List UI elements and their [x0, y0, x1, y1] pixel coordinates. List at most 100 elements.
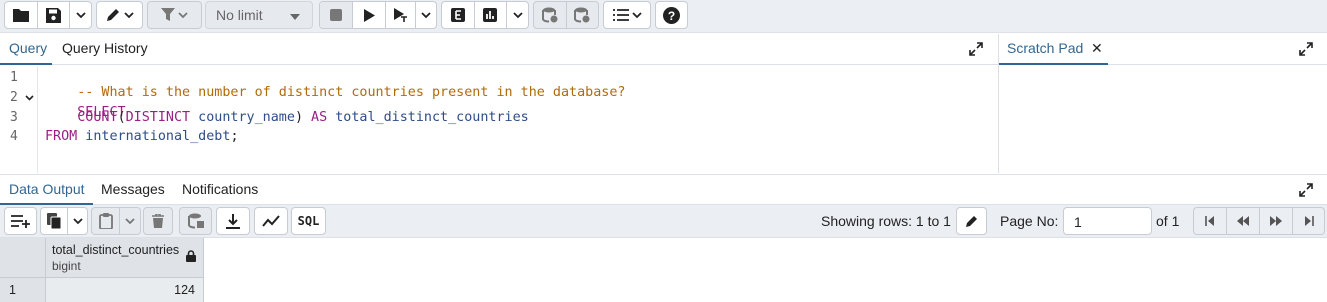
chevron-down-icon — [512, 11, 523, 18]
save-data-group — [179, 207, 212, 235]
sql-keyword-as: AS — [303, 110, 328, 125]
table-cell[interactable]: 124 — [46, 278, 204, 302]
first-page-button[interactable] — [1194, 208, 1227, 234]
chevron-down-icon — [73, 217, 83, 224]
tab-scratch-pad[interactable]: Scratch Pad — [1007, 40, 1083, 56]
query-toolbar: No limit ? — [0, 0, 1327, 33]
active-tab-indicator — [999, 63, 1108, 65]
copy-button[interactable] — [41, 208, 69, 234]
paste-options-dropdown[interactable] — [120, 208, 140, 234]
row-limit-select[interactable]: No limit — [205, 1, 313, 29]
output-toolbar: SQL Showing rows: 1 to 1 Page No: 1 of 1 — [0, 205, 1327, 238]
add-row-icon — [10, 215, 30, 228]
sql-editor[interactable]: 1 2 3 4 -- What is the number of distinc… — [0, 66, 998, 173]
rewind-icon — [1237, 216, 1249, 226]
column-type: bigint — [52, 259, 81, 273]
results-grid: total_distinct_countries bigint 1 124 — [0, 238, 1327, 302]
download-group — [216, 207, 250, 235]
column-header[interactable]: total_distinct_countries bigint — [46, 238, 204, 278]
close-icon[interactable]: ✕ — [1091, 40, 1103, 57]
tab-notifications[interactable]: Notifications — [182, 181, 258, 197]
filter-icon — [161, 8, 175, 21]
file-group — [4, 1, 92, 29]
filter-group — [147, 1, 202, 29]
expand-icon[interactable] — [1299, 42, 1313, 56]
previous-page-button[interactable] — [1227, 208, 1260, 234]
edit-group — [96, 1, 143, 29]
macros-button[interactable] — [604, 2, 650, 28]
active-tab-indicator — [0, 63, 52, 65]
grid-corner[interactable] — [0, 238, 46, 278]
paste-group — [91, 207, 141, 235]
lock-icon — [186, 250, 196, 262]
help-button[interactable]: ? — [656, 2, 687, 28]
help-icon: ? — [663, 6, 680, 24]
fold-chevron-icon[interactable] — [25, 95, 34, 101]
page-number-input[interactable]: 1 — [1063, 207, 1152, 235]
explain-analyze-button[interactable] — [475, 2, 508, 28]
code-line-4: FROM international_debt; — [45, 129, 239, 144]
expand-icon[interactable] — [1299, 183, 1313, 197]
editor-tabbar: Query Query History — [0, 34, 998, 65]
stop-icon — [330, 9, 342, 21]
play-icon — [363, 8, 375, 22]
line-number: 4 — [10, 129, 18, 144]
sql-table: international_debt — [77, 129, 231, 144]
tab-messages[interactable]: Messages — [101, 181, 165, 197]
delete-button[interactable] — [144, 208, 172, 234]
explain-group — [441, 1, 529, 29]
rollback-button[interactable] — [567, 2, 599, 28]
list-icon — [612, 9, 629, 21]
execute-button[interactable] — [353, 2, 386, 28]
save-options-dropdown[interactable] — [70, 2, 91, 28]
next-page-button[interactable] — [1260, 208, 1293, 234]
line-number: 2 — [10, 90, 18, 105]
row-number[interactable]: 1 — [0, 278, 46, 302]
filter-button[interactable] — [148, 2, 201, 28]
sql-button[interactable]: SQL — [292, 208, 325, 234]
explain-button[interactable] — [442, 2, 475, 28]
tab-data-output[interactable]: Data Output — [9, 181, 85, 197]
sql-column: country_name — [190, 110, 295, 125]
download-button[interactable] — [217, 208, 249, 234]
close-paren: ) — [294, 110, 303, 125]
paste-button[interactable] — [92, 208, 121, 234]
open-file-button[interactable] — [5, 2, 38, 28]
database-save-icon — [187, 213, 204, 229]
expand-icon[interactable] — [969, 42, 983, 56]
tab-query[interactable]: Query — [9, 40, 47, 56]
last-page-button[interactable] — [1293, 208, 1324, 234]
download-icon — [226, 213, 240, 229]
page-number-label: Page No: — [1000, 213, 1059, 229]
line-gutter: 1 2 3 4 — [0, 66, 38, 173]
execute-options-dropdown[interactable] — [416, 2, 436, 28]
delete-group — [143, 207, 173, 235]
database-rollback-icon — [574, 7, 590, 23]
commit-button[interactable] — [534, 2, 567, 28]
save-data-button[interactable] — [180, 208, 211, 234]
explain-icon — [450, 8, 465, 22]
add-row-button[interactable] — [5, 208, 36, 234]
edit-rows-button[interactable] — [957, 208, 986, 234]
macros-group — [603, 1, 651, 29]
database-commit-icon — [541, 7, 558, 23]
explain-options-dropdown[interactable] — [507, 2, 528, 28]
pencil-icon — [107, 9, 119, 21]
graph-visualiser-button[interactable] — [255, 208, 287, 234]
chevron-down-icon — [125, 217, 135, 224]
page-count: of 1 — [1156, 213, 1180, 229]
chevron-down-icon — [178, 11, 188, 18]
stop-button[interactable] — [320, 2, 353, 28]
save-icon — [45, 7, 61, 23]
execute-script-button[interactable] — [386, 2, 416, 28]
column-name: total_distinct_countries — [52, 243, 180, 257]
chevron-down-icon — [75, 11, 86, 18]
copy-options-dropdown[interactable] — [68, 208, 87, 234]
add-row-group — [4, 207, 37, 235]
edit-menu-button[interactable] — [97, 2, 142, 28]
tab-query-history[interactable]: Query History — [62, 40, 148, 56]
copy-icon — [47, 213, 62, 229]
folder-icon — [12, 9, 29, 22]
first-page-icon — [1205, 216, 1214, 226]
save-file-button[interactable] — [38, 2, 71, 28]
